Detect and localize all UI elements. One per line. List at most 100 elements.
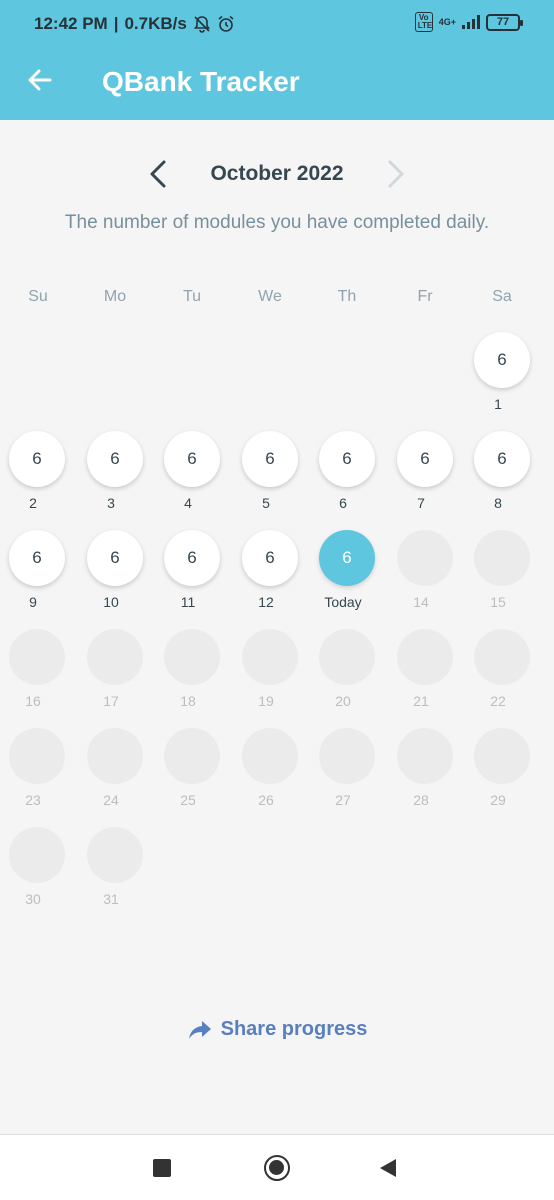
day-number: 1 [494,396,502,412]
day-module-count: 6 [9,431,65,487]
day-module-count [474,530,530,586]
status-left: 12:42 PM | 0.7KB/s [34,14,235,34]
day-module-count [319,728,375,784]
calendar-day[interactable]: 61 [463,332,541,428]
calendar-day[interactable]: 21 [386,629,464,725]
share-arrow-icon [188,1020,211,1039]
day-module-count: 6 [319,530,375,586]
calendar-day[interactable]: 29 [463,728,541,824]
day-module-count [9,629,65,685]
day-module-count: 6 [474,332,530,388]
calendar-day[interactable]: 6 11 [153,530,231,626]
day-number: 7 [417,495,425,511]
calendar-day[interactable]: 28 [386,728,464,824]
weekday-header: Su [28,288,48,305]
calendar-day[interactable]: 20 [308,629,386,725]
day-number: 15 [490,594,506,610]
volte-badge: Vo LTE [414,12,433,32]
day-number: 26 [258,792,274,808]
day-number: 3 [107,495,115,511]
calendar-day[interactable]: 6 Today [308,530,386,626]
weekday-header: Mo [103,288,127,305]
share-progress-label: Share progress [220,1018,368,1040]
notification-muted-icon [193,16,210,33]
day-module-count [397,629,453,685]
day-module-count: 6 [87,431,143,487]
share-progress-button[interactable]: Share progress [0,1018,554,1041]
calendar-day[interactable]: 23 [0,728,76,824]
recents-square-icon[interactable] [153,1159,171,1177]
signal-bars-icon [462,15,480,29]
day-module-count: 6 [164,530,220,586]
day-module-count [9,827,65,883]
day-number: 27 [335,792,351,808]
calendar-day[interactable]: 63 [76,431,154,527]
day-module-count [397,728,453,784]
page-title: QBank Tracker [102,66,300,97]
day-number: 20 [335,693,351,709]
calendar-day[interactable]: 30 [0,827,76,923]
calendar-day[interactable]: 15 [463,530,541,626]
day-number: 16 [25,693,41,709]
status-bar: 12:42 PM | 0.7KB/s Vo LTE 4G+ 77 [0,0,554,42]
day-module-count: 6 [87,530,143,586]
day-number: 30 [25,891,41,907]
calendar-day[interactable]: 6 10 [76,530,154,626]
calendar-day[interactable]: 25 [153,728,231,824]
calendar-subtitle: The number of modules you have completed… [64,212,490,233]
network-type: 4G+ [438,16,456,27]
calendar-day[interactable]: 66 [308,431,386,527]
alarm-clock-icon [218,15,234,32]
day-module-count [87,629,143,685]
calendar-day[interactable]: 31 [76,827,154,923]
day-module-count: 6 [9,530,65,586]
calendar-day[interactable]: 27 [308,728,386,824]
system-nav-bar [0,1134,554,1200]
day-number: 18 [180,693,196,709]
day-module-count [87,827,143,883]
day-module-count [474,629,530,685]
calendar-day[interactable]: 24 [76,728,154,824]
calendar-day[interactable]: 62 [0,431,76,527]
calendar-day[interactable]: 69 [0,530,76,626]
day-number: 11 [180,594,196,610]
day-number: 17 [103,693,119,709]
day-module-count [474,728,530,784]
status-time: 12:42 PM [34,14,108,33]
calendar-day[interactable]: 18 [153,629,231,725]
day-module-count [397,530,453,586]
app-bar: QBank Tracker [0,42,554,120]
calendar-day[interactable]: 68 [463,431,541,527]
day-number: 19 [258,693,274,709]
calendar-day[interactable]: 22 [463,629,541,725]
calendar-day[interactable]: 17 [76,629,154,725]
day-number: 2 [29,495,37,511]
day-number: 21 [413,693,429,709]
back-arrow-icon[interactable] [24,64,56,96]
day-number: 29 [490,792,506,808]
day-module-count [9,728,65,784]
calendar-day[interactable]: 14 [386,530,464,626]
calendar-day[interactable]: 16 [0,629,76,725]
weekday-header: Sa [492,288,512,305]
calendar-day[interactable]: 6 12 [231,530,309,626]
calendar-day[interactable]: 64 [153,431,231,527]
day-number: 10 [103,594,119,610]
next-month-chevron-icon[interactable] [380,158,410,190]
day-number: 8 [494,495,502,511]
day-number: 14 [413,594,429,610]
weekday-header: Fr [417,288,433,305]
day-number: 12 [258,594,274,610]
calendar-day[interactable]: 65 [231,431,309,527]
day-number: 24 [103,792,119,808]
calendar-day[interactable]: 19 [231,629,309,725]
back-triangle-icon[interactable] [380,1159,396,1177]
calendar-day[interactable]: 67 [386,431,464,527]
day-module-count [87,728,143,784]
day-module-count [164,629,220,685]
home-circle-icon[interactable] [264,1155,290,1181]
day-module-count [319,629,375,685]
day-number: 31 [103,891,119,907]
calendar-day[interactable]: 26 [231,728,309,824]
day-module-count: 6 [164,431,220,487]
